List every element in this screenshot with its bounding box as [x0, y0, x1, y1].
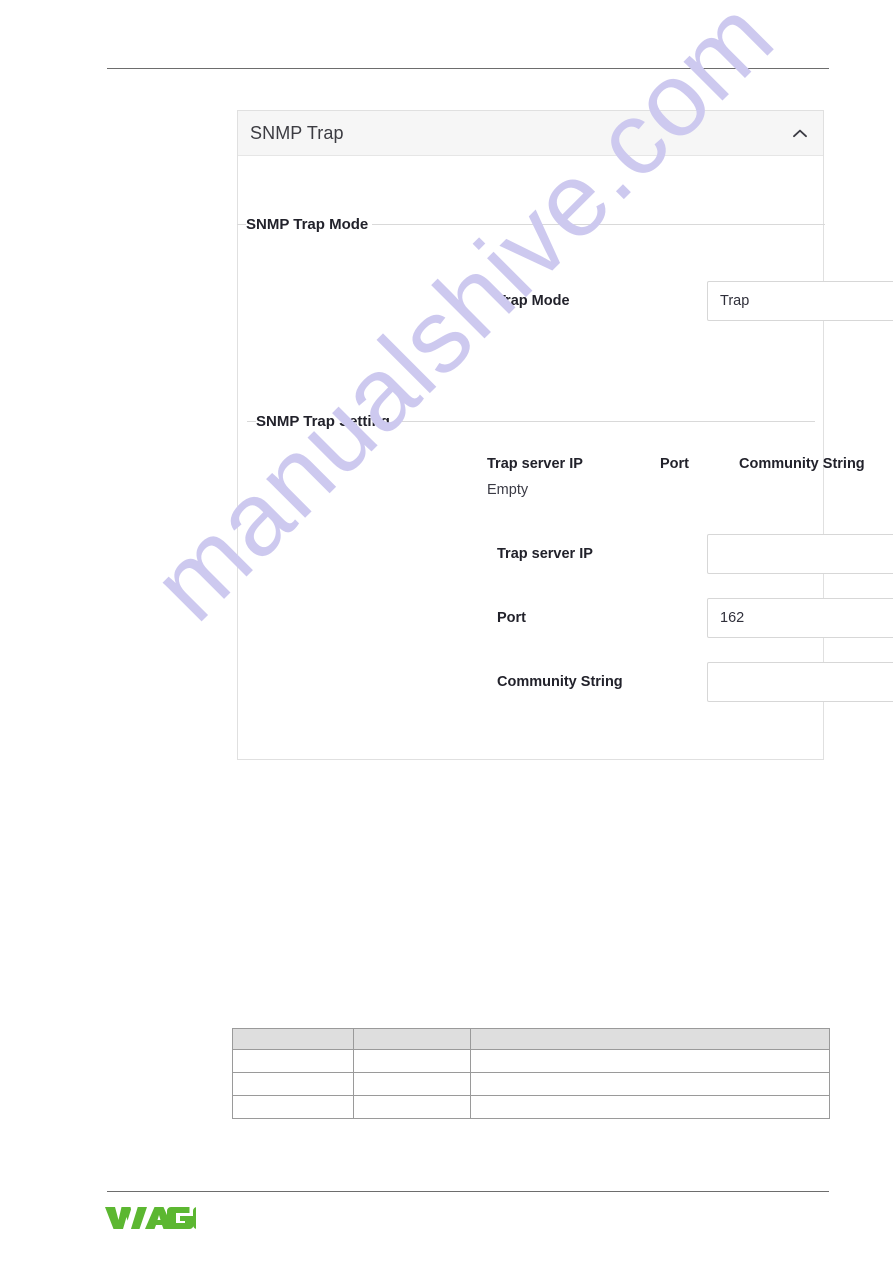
trap-entries-empty-text: Empty [487, 482, 529, 498]
page-footer-rule [107, 1191, 829, 1192]
snmp-trap-setting-legend: SNMP Trap Setting [256, 412, 390, 430]
legend-rule [372, 223, 825, 225]
table-cell [470, 1072, 830, 1096]
trap-mode-row: Trap Mode Trap [238, 281, 893, 321]
legend-rule [393, 420, 815, 422]
table-row [232, 1095, 830, 1119]
port-value: 162 [720, 610, 745, 626]
trap-server-ip-row: Trap server IP [238, 534, 893, 574]
table-header-cell [353, 1028, 471, 1050]
table-header-cell [232, 1028, 354, 1050]
table-row [232, 1049, 830, 1073]
port-input[interactable]: 162 [707, 598, 893, 638]
trap-mode-label: Trap Mode [497, 293, 570, 309]
snmp-trap-mode-fieldset: SNMP Trap Mode [237, 214, 825, 234]
community-string-label: Community String [497, 674, 623, 690]
table-cell [232, 1072, 354, 1096]
snmp-trap-card: SNMP Trap SNMP Trap Mode Trap Mode Trap [237, 110, 893, 760]
table-header-row [232, 1028, 830, 1050]
port-label: Port [497, 610, 526, 626]
snmp-trap-setting-legend-row: SNMP Trap Setting [247, 411, 815, 431]
legend-left-stub [247, 420, 256, 422]
legend-left-stub [237, 223, 246, 225]
snmp-trap-mode-legend-row: SNMP Trap Mode [237, 214, 825, 234]
trap-mode-select[interactable]: Trap [707, 281, 893, 321]
table-cell [232, 1049, 354, 1073]
table-cell [470, 1049, 830, 1073]
snmp-trap-mode-legend: SNMP Trap Mode [246, 215, 369, 233]
column-header-port: Port [660, 456, 689, 472]
port-row: Port 162 [238, 598, 893, 638]
community-string-row: Community String [238, 662, 893, 702]
trap-mode-selected-value: Trap [720, 293, 750, 309]
table-cell [353, 1095, 471, 1119]
table-cell [353, 1049, 471, 1073]
trap-entries-table: Trap server IP Port Community String Emp… [238, 456, 865, 498]
table-cell [470, 1095, 830, 1119]
trap-server-ip-input[interactable] [707, 534, 893, 574]
trap-server-ip-label: Trap server IP [497, 546, 593, 562]
page-title: SNMP Trap [250, 122, 344, 143]
snmp-trap-card-header[interactable]: SNMP Trap [238, 111, 823, 156]
column-header-community-string: Community String [739, 456, 865, 472]
chevron-up-icon[interactable] [793, 129, 807, 138]
column-header-trap-server-ip: Trap server IP [487, 456, 583, 472]
snmp-trap-setting-fieldset: SNMP Trap Setting [247, 411, 815, 431]
document-table [232, 1028, 830, 1119]
community-string-input[interactable] [707, 662, 893, 702]
table-header-cell [470, 1028, 830, 1050]
wago-logo [104, 1203, 196, 1233]
table-cell [232, 1095, 354, 1119]
trap-entries-header-row: Trap server IP Port Community String [238, 456, 865, 479]
table-row [232, 1072, 830, 1096]
table-cell [353, 1072, 471, 1096]
page-header-rule [107, 68, 829, 69]
